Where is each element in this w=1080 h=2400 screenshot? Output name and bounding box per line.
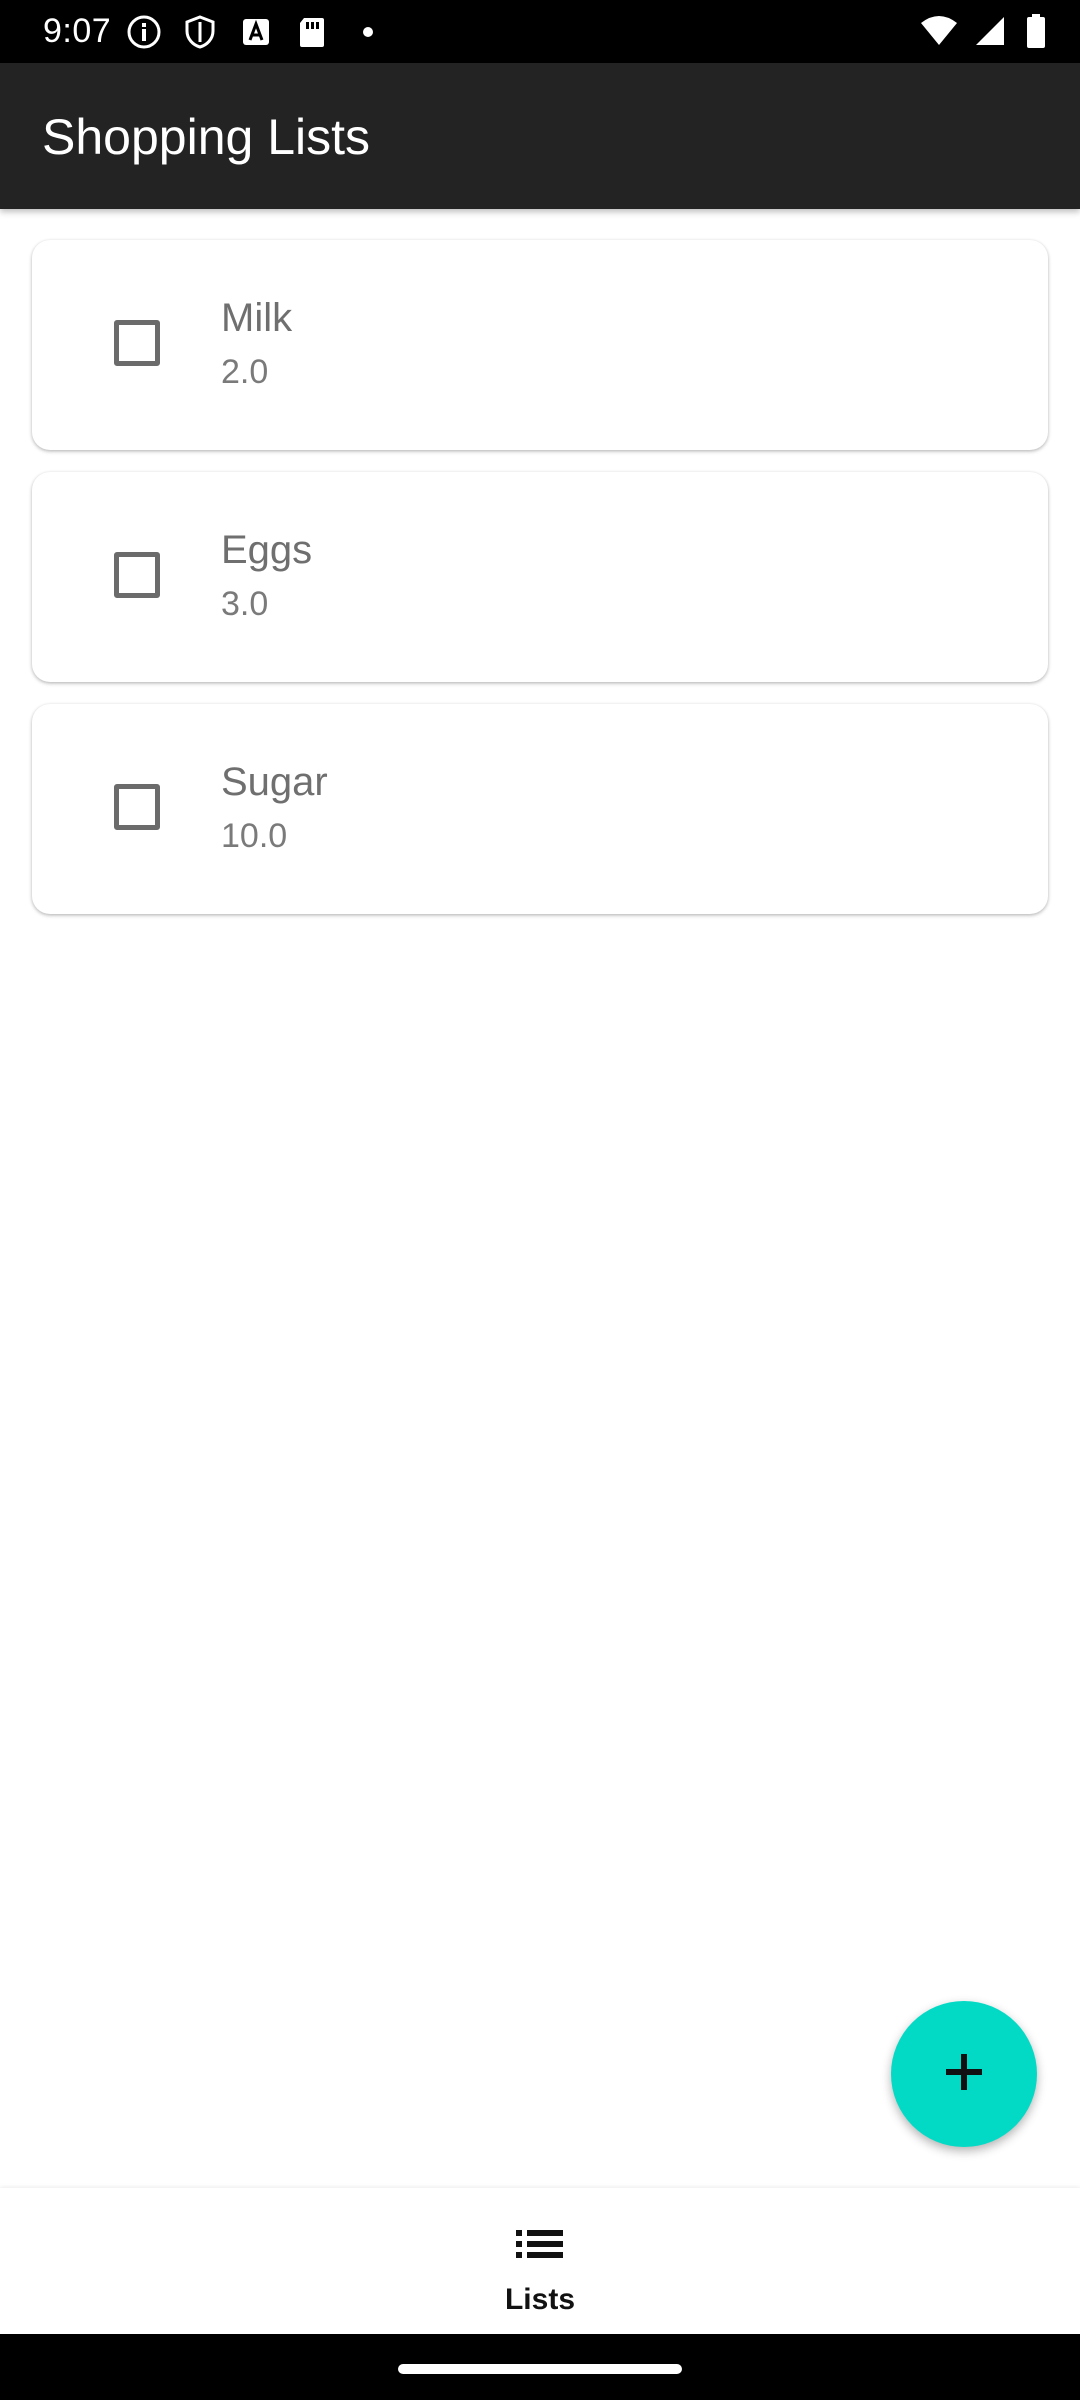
- dot-icon: [350, 14, 388, 50]
- sd-card-icon: [294, 14, 332, 50]
- plus-icon: [942, 2050, 986, 2099]
- list-item[interactable]: Sugar 10.0: [32, 704, 1048, 914]
- text-a-icon: [238, 14, 276, 50]
- status-icons-right: [920, 12, 1048, 50]
- item-checkbox[interactable]: [114, 784, 160, 830]
- nav-label: Lists: [504, 2283, 576, 2316]
- info-icon: [126, 14, 164, 50]
- item-checkbox[interactable]: [114, 320, 160, 366]
- status-bar: 9:07: [0, 0, 1080, 63]
- status-icons-left: [126, 14, 388, 50]
- shield-icon: [182, 14, 220, 50]
- screen: 9:07 Shopping Lists Milk 2.0 Eggs 3.0 Su…: [0, 0, 1080, 2400]
- item-quantity: 10.0: [221, 817, 288, 855]
- battery-icon: [1024, 13, 1048, 49]
- item-checkbox[interactable]: [114, 552, 160, 598]
- list-item[interactable]: Milk 2.0: [32, 240, 1048, 450]
- app-bar: Shopping Lists: [0, 63, 1080, 209]
- list-icon: [514, 2224, 566, 2264]
- item-quantity: 2.0: [221, 353, 269, 391]
- list-item[interactable]: Eggs 3.0: [32, 472, 1048, 682]
- item-name: Milk: [221, 296, 293, 340]
- home-handle[interactable]: [398, 2364, 682, 2374]
- nav-item-lists[interactable]: Lists: [440, 2188, 640, 2334]
- page-title: Shopping Lists: [42, 109, 371, 165]
- add-item-button[interactable]: [891, 2001, 1037, 2147]
- status-time: 9:07: [43, 12, 112, 50]
- bottom-navigation: Lists: [0, 2188, 1080, 2334]
- item-name: Sugar: [221, 760, 328, 804]
- item-name: Eggs: [221, 528, 313, 572]
- item-quantity: 3.0: [221, 585, 269, 623]
- wifi-icon: [920, 13, 958, 49]
- signal-icon: [972, 13, 1010, 49]
- gesture-bar: [0, 2334, 1080, 2400]
